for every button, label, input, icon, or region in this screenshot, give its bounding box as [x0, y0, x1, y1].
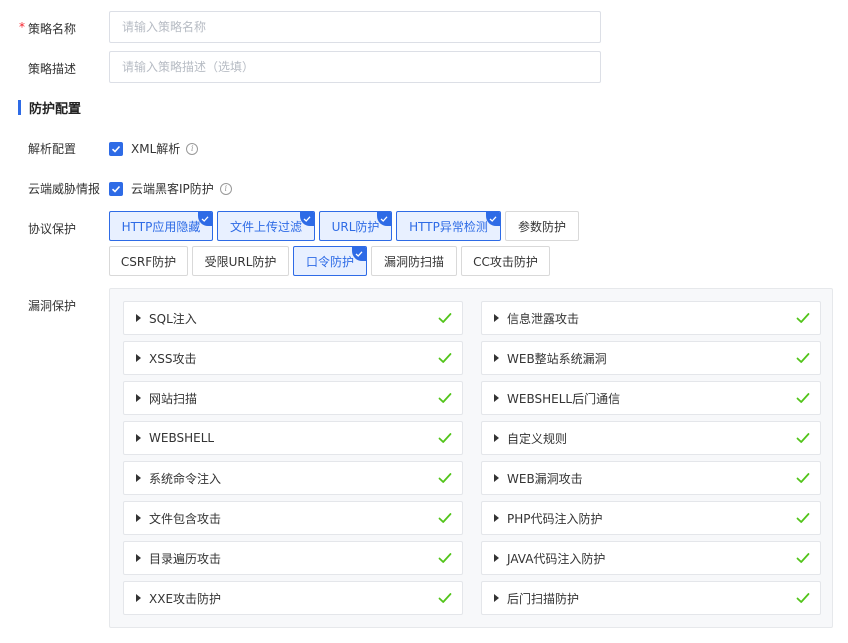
protocol-tag[interactable]: HTTP异常检测 [396, 211, 501, 241]
vuln-item[interactable]: 后门扫描防护 [481, 581, 821, 615]
caret-right-icon[interactable] [136, 474, 141, 482]
vuln-item[interactable]: 网站扫描 [123, 381, 463, 415]
vuln-item-label: WEB漏洞攻击 [507, 471, 583, 486]
check-icon [796, 512, 810, 527]
caret-right-icon[interactable] [136, 394, 141, 402]
info-icon[interactable]: i [186, 142, 199, 155]
name-label: 策略名称 [28, 22, 77, 36]
policy-desc-input[interactable] [109, 51, 601, 83]
vuln-item[interactable]: 目录遍历攻击 [123, 541, 463, 575]
selected-check-icon [352, 247, 366, 261]
protocol-tag[interactable]: 受限URL防护 [192, 246, 289, 276]
protocol-tag[interactable]: 文件上传过滤 [217, 211, 315, 241]
protocol-tag[interactable]: 漏洞防扫描 [371, 246, 457, 276]
cloud-label: 云端威胁情报 [28, 182, 101, 196]
vuln-item[interactable]: WEBSHELL [123, 421, 463, 455]
check-icon [796, 392, 810, 407]
caret-right-icon[interactable] [494, 554, 499, 562]
section-accent-bar [18, 99, 21, 115]
vuln-item-label: WEB整站系统漏洞 [507, 351, 607, 366]
caret-right-icon[interactable] [136, 554, 141, 562]
vuln-item-label: XSS攻击 [149, 351, 197, 366]
caret-right-icon[interactable] [494, 314, 499, 322]
section-header: 防护配置 [18, 98, 82, 117]
vuln-item-label: 后门扫描防护 [507, 591, 580, 606]
check-icon [796, 552, 810, 567]
caret-right-icon[interactable] [136, 314, 141, 322]
check-icon [796, 312, 810, 327]
check-icon [438, 592, 452, 607]
check-icon [796, 592, 810, 607]
caret-right-icon[interactable] [494, 514, 499, 522]
caret-right-icon[interactable] [494, 594, 499, 602]
desc-label: 策略描述 [28, 62, 77, 76]
vuln-item-label: SQL注入 [149, 311, 197, 326]
vuln-label: 漏洞保护 [28, 299, 77, 313]
parse-label: 解析配置 [28, 142, 77, 156]
required-mark: * [19, 20, 25, 34]
vuln-item-label: PHP代码注入防护 [507, 511, 603, 526]
check-icon [438, 552, 452, 567]
vuln-item-label: 文件包含攻击 [149, 511, 222, 526]
vuln-item-label: 自定义规则 [507, 431, 568, 446]
protocol-tag[interactable]: HTTP应用隐藏 [109, 211, 213, 241]
protocol-tag[interactable]: URL防护 [319, 211, 392, 241]
caret-right-icon[interactable] [494, 474, 499, 482]
check-icon [796, 432, 810, 447]
vuln-item[interactable]: WEBSHELL后门通信 [481, 381, 821, 415]
checkbox-checked-icon[interactable] [109, 141, 123, 156]
caret-right-icon[interactable] [494, 394, 499, 402]
vuln-item-label: 目录遍历攻击 [149, 551, 222, 566]
vuln-item-label: 系统命令注入 [149, 471, 222, 486]
check-icon [438, 472, 452, 487]
check-icon [438, 432, 452, 447]
vuln-item-label: WEBSHELL [149, 431, 215, 445]
vuln-item[interactable]: JAVA代码注入防护 [481, 541, 821, 575]
vuln-item-label: WEBSHELL后门通信 [507, 391, 621, 406]
section-title: 防护配置 [29, 101, 82, 117]
protocol-tag[interactable]: CSRF防护 [109, 246, 188, 276]
vuln-item[interactable]: WEB整站系统漏洞 [481, 341, 821, 375]
selected-check-icon [486, 212, 500, 226]
caret-right-icon[interactable] [494, 354, 499, 362]
protocol-tag[interactable]: CC攻击防护 [461, 246, 550, 276]
vuln-panel: SQL注入 XSS攻击网站扫描 WEBSHELL 系统命令注入 文件包含攻击 目录遍历攻击… [109, 288, 833, 628]
xml-parse-checkbox[interactable]: XML解析 i [109, 140, 199, 157]
cloud-ip-checkbox[interactable]: 云端黑客IP防护 i [109, 180, 232, 197]
check-icon [796, 352, 810, 367]
protocol-tag[interactable]: 参数防护 [505, 211, 579, 241]
protocol-tag[interactable]: 口令防护 [293, 246, 367, 276]
vuln-item-label: XXE攻击防护 [149, 591, 222, 606]
policy-name-input[interactable] [109, 11, 601, 43]
caret-right-icon[interactable] [136, 354, 141, 362]
caret-right-icon[interactable] [494, 434, 499, 442]
check-icon [438, 512, 452, 527]
vuln-item[interactable]: PHP代码注入防护 [481, 501, 821, 535]
check-icon [796, 472, 810, 487]
vuln-item[interactable]: 自定义规则 [481, 421, 821, 455]
caret-right-icon[interactable] [136, 514, 141, 522]
vuln-item-label: 网站扫描 [149, 391, 198, 406]
checkbox-checked-icon[interactable] [109, 181, 123, 196]
check-icon [438, 312, 452, 327]
info-icon[interactable]: i [219, 182, 232, 195]
selected-check-icon [300, 212, 314, 226]
vuln-item[interactable]: 系统命令注入 [123, 461, 463, 495]
vuln-item[interactable]: SQL注入 [123, 301, 463, 335]
protocol-label: 协议保护 [28, 222, 77, 236]
vuln-item-label: 信息泄露攻击 [507, 311, 580, 326]
check-icon [438, 392, 452, 407]
xml-parse-label: XML解析 [131, 142, 181, 156]
vuln-item[interactable]: 信息泄露攻击 [481, 301, 821, 335]
caret-right-icon[interactable] [136, 434, 141, 442]
caret-right-icon[interactable] [136, 594, 141, 602]
check-icon [438, 352, 452, 367]
vuln-item[interactable]: WEB漏洞攻击 [481, 461, 821, 495]
vuln-item-label: JAVA代码注入防护 [507, 551, 606, 566]
vuln-item[interactable]: XSS攻击 [123, 341, 463, 375]
vuln-item[interactable]: XXE攻击防护 [123, 581, 463, 615]
vuln-item[interactable]: 文件包含攻击 [123, 501, 463, 535]
cloud-ip-label: 云端黑客IP防护 [131, 182, 214, 196]
